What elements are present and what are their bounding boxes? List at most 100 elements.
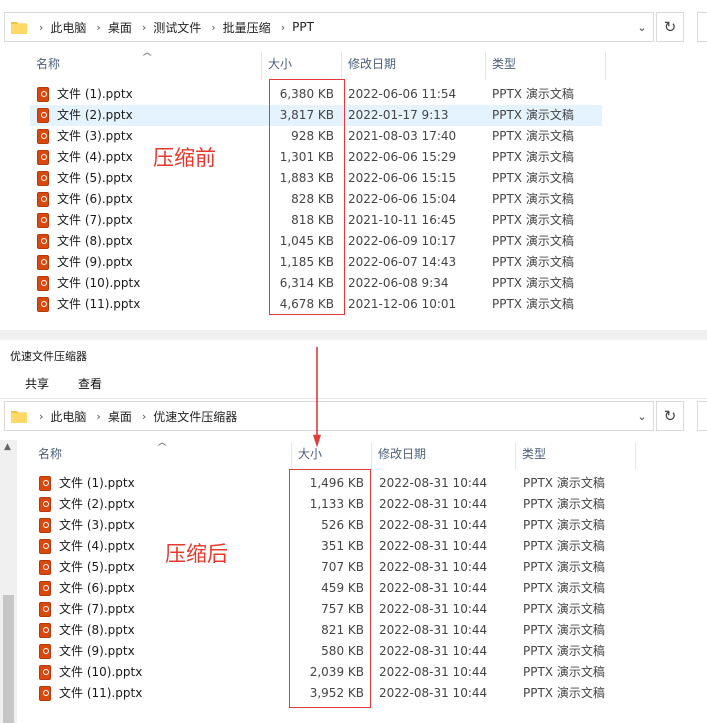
ribbon-tab-share[interactable]: 共享 <box>25 375 49 392</box>
file-name: 文件 (8).pptx <box>59 623 135 637</box>
pptx-file-icon <box>39 665 51 680</box>
file-date: 2022-08-31 10:44 <box>379 644 488 658</box>
folder-icon <box>11 409 29 423</box>
file-date: 2022-08-31 10:44 <box>379 497 488 511</box>
file-name: 文件 (11).pptx <box>59 686 143 700</box>
breadcrumb-item[interactable]: 此电脑 <box>50 408 86 425</box>
column-header-row: 名称 ^ 大小 修改日期 类型 <box>0 52 707 80</box>
file-type: PPTX 演示文稿 <box>523 518 605 532</box>
sort-up-icon: ^ <box>140 52 154 63</box>
file-type: PPTX 演示文稿 <box>492 150 574 164</box>
address-bar[interactable]: › 此电脑 › 桌面 › 优速文件压缩器 ⌄ <box>4 401 654 431</box>
pptx-file-icon <box>37 255 49 270</box>
column-header-type[interactable]: 类型 <box>486 52 606 80</box>
file-date: 2022-08-31 10:44 <box>379 518 488 532</box>
address-bar[interactable]: › 此电脑 › 桌面 › 测试文件 › 批量压缩 › PPT ⌄ <box>4 12 654 42</box>
folder-icon <box>11 20 29 34</box>
chevron-right-icon: › <box>141 20 147 34</box>
scrollbar-thumb[interactable] <box>3 595 14 723</box>
file-name: 文件 (7).pptx <box>59 602 135 616</box>
down-arrow-icon <box>313 346 321 448</box>
column-header-date[interactable]: 修改日期 <box>342 52 486 80</box>
file-name: 文件 (6).pptx <box>59 581 135 595</box>
file-type: PPTX 演示文稿 <box>492 297 574 311</box>
file-type: PPTX 演示文稿 <box>523 686 605 700</box>
file-date: 2022-08-31 10:44 <box>379 686 488 700</box>
pptx-file-icon <box>37 297 49 312</box>
column-header-name[interactable]: 名称 ^ <box>30 52 262 80</box>
refresh-icon[interactable]: ↻ <box>656 12 684 42</box>
file-type: PPTX 演示文稿 <box>523 665 605 679</box>
file-date: 2022-08-31 10:44 <box>379 665 488 679</box>
pptx-file-icon <box>39 539 51 554</box>
explorer-window-before: › 此电脑 › 桌面 › 测试文件 › 批量压缩 › PPT ⌄ ↻ 名称 ^ … <box>0 0 707 330</box>
file-name: 文件 (2).pptx <box>59 497 135 511</box>
file-date: 2022-06-06 15:04 <box>348 192 457 206</box>
file-type: PPTX 演示文稿 <box>492 213 574 227</box>
file-name: 文件 (5).pptx <box>57 171 133 185</box>
chevron-right-icon: › <box>141 409 147 423</box>
file-type: PPTX 演示文稿 <box>492 108 574 122</box>
pptx-file-icon <box>37 150 49 165</box>
column-header-label: 名称 <box>38 447 63 461</box>
explorer-window-after: 优速文件压缩器 共享 查看 › 此电脑 › 桌面 › 优速文件压缩器 ⌄ ↻ ▲… <box>0 340 707 723</box>
file-type: PPTX 演示文稿 <box>523 476 605 490</box>
file-name: 文件 (9).pptx <box>57 255 133 269</box>
pptx-file-icon <box>39 476 51 491</box>
file-name: 文件 (9).pptx <box>59 644 135 658</box>
breadcrumb-item[interactable]: 优速文件压缩器 <box>153 408 237 425</box>
breadcrumb-item[interactable]: 桌面 <box>108 19 132 36</box>
file-date: 2022-08-31 10:44 <box>379 581 488 595</box>
breadcrumb-item[interactable]: 批量压缩 <box>223 19 271 36</box>
search-box[interactable] <box>697 12 707 42</box>
breadcrumb-item[interactable]: PPT <box>292 20 314 34</box>
file-name: 文件 (2).pptx <box>57 108 133 122</box>
size-highlight-box <box>269 79 345 315</box>
chevron-right-icon: › <box>39 409 44 423</box>
file-type: PPTX 演示文稿 <box>492 129 574 143</box>
file-type: PPTX 演示文稿 <box>492 234 574 248</box>
breadcrumb-item[interactable]: 测试文件 <box>153 19 201 36</box>
sort-up-icon: ^ <box>155 442 169 453</box>
chevron-down-icon[interactable]: ⌄ <box>635 409 649 423</box>
file-name: 文件 (5).pptx <box>59 560 135 574</box>
column-header-label: 类型 <box>522 447 547 461</box>
column-header-date[interactable]: 修改日期 <box>372 442 516 470</box>
pptx-file-icon <box>39 623 51 638</box>
refresh-icon[interactable]: ↻ <box>656 401 684 431</box>
column-header-label: 名称 <box>36 57 61 71</box>
column-header-label: 修改日期 <box>348 57 397 71</box>
pptx-file-icon <box>39 560 51 575</box>
pptx-file-icon <box>37 213 49 228</box>
file-name: 文件 (1).pptx <box>57 87 133 101</box>
pptx-file-icon <box>39 497 51 512</box>
breadcrumb-item[interactable]: 此电脑 <box>50 19 86 36</box>
chevron-down-icon[interactable]: ⌄ <box>635 20 649 34</box>
column-header-type[interactable]: 类型 <box>516 442 636 470</box>
search-box[interactable] <box>697 401 707 431</box>
vertical-scrollbar[interactable]: ▲ <box>0 440 17 723</box>
ribbon-tab-view[interactable]: 查看 <box>78 375 102 392</box>
chevron-right-icon: › <box>39 20 44 34</box>
file-type: PPTX 演示文稿 <box>492 192 574 206</box>
address-row: › 此电脑 › 桌面 › 测试文件 › 批量压缩 › PPT ⌄ ↻ <box>0 12 707 44</box>
breadcrumb-item[interactable]: 桌面 <box>108 408 132 425</box>
pptx-file-icon <box>37 87 49 102</box>
pptx-file-icon <box>39 581 51 596</box>
file-date: 2022-06-06 15:29 <box>348 150 457 164</box>
file-type: PPTX 演示文稿 <box>492 255 574 269</box>
file-date: 2022-01-17 9:13 <box>348 108 449 122</box>
column-header-size[interactable]: 大小 <box>262 52 342 80</box>
file-name: 文件 (3).pptx <box>59 518 135 532</box>
pptx-file-icon <box>39 686 51 701</box>
column-header-name[interactable]: 名称 ^ <box>32 442 292 470</box>
file-type: PPTX 演示文稿 <box>523 497 605 511</box>
file-name: 文件 (11).pptx <box>57 297 141 311</box>
pptx-file-icon <box>37 129 49 144</box>
window-title: 优速文件压缩器 <box>10 350 87 363</box>
file-type: PPTX 演示文稿 <box>492 171 574 185</box>
ribbon: 共享 查看 <box>0 368 707 396</box>
file-date: 2022-06-06 15:15 <box>348 171 457 185</box>
column-header-size[interactable]: 大小 <box>292 442 372 470</box>
pptx-file-icon <box>39 602 51 617</box>
